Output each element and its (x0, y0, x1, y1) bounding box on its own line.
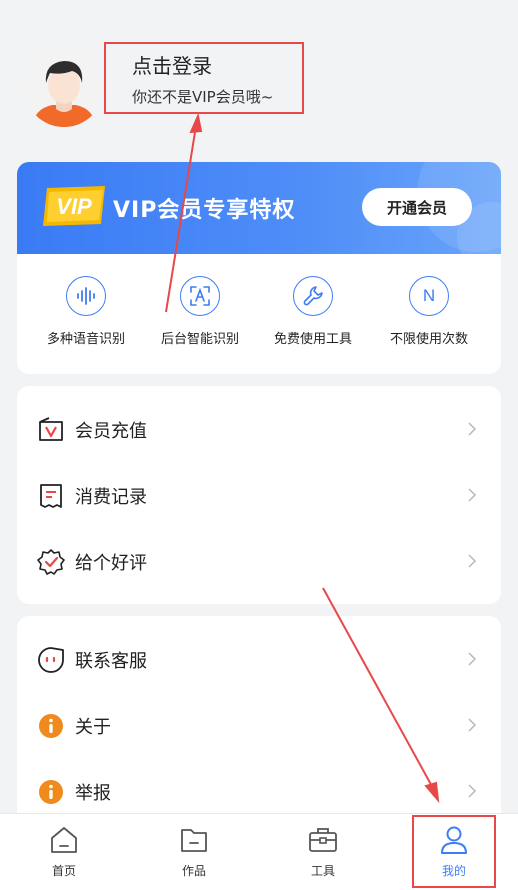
menu-item-report[interactable]: 举报 (17, 758, 501, 814)
home-icon (51, 827, 77, 853)
open-vip-button[interactable]: 开通会员 (362, 188, 472, 226)
login-subtitle: 你还不是VIP会员哦~ (132, 88, 274, 106)
vip-badge-icon: VIP (39, 184, 109, 228)
info-icon (37, 712, 65, 740)
nav-label: 作品 (181, 864, 206, 878)
annotation-highlight-box (412, 815, 496, 888)
vip-badge-text: VIP (56, 194, 92, 219)
menu-item-vip-recharge[interactable]: 会员充值 (17, 396, 501, 462)
vip-banner[interactable]: VIP VIP会员专享特权 开通会员 (17, 162, 501, 272)
nav-label: 工具 (310, 864, 335, 878)
profile-header: 点击登录 你还不是VIP会员哦~ (0, 0, 518, 150)
vip-card: VIP VIP会员专享特权 开通会员 多种语音识别 后台智能识别 免费使用工具 … (17, 162, 501, 374)
vip-title: VIP会员专享特权 (113, 198, 296, 223)
privilege-label: 多种语音识别 (46, 332, 125, 347)
nav-tools[interactable]: 工具 (273, 814, 373, 890)
support-menu: 联系客服 关于 举报 (17, 616, 501, 826)
vip-recharge-icon (37, 416, 65, 444)
unlimited-n-icon: N (409, 276, 449, 316)
menu-label: 消费记录 (75, 487, 147, 508)
menu-label: 给个好评 (75, 553, 147, 574)
privilege-background-recognition[interactable]: 后台智能识别 (145, 276, 255, 356)
account-menu: 会员充值 消费记录 给个好评 (17, 386, 501, 604)
nav-home[interactable]: 首页 (14, 814, 114, 890)
chevron-right-icon (468, 652, 477, 666)
receipt-icon (37, 482, 65, 510)
menu-label: 举报 (75, 783, 111, 804)
avatar-icon (24, 47, 104, 127)
menu-label: 联系客服 (75, 651, 147, 672)
wrench-icon (293, 276, 333, 316)
privilege-label: 后台智能识别 (160, 332, 239, 347)
privilege-free-tools[interactable]: 免费使用工具 (258, 276, 368, 356)
nav-works[interactable]: 作品 (144, 814, 244, 890)
avatar[interactable] (24, 47, 104, 127)
menu-item-about[interactable]: 关于 (17, 692, 501, 758)
chevron-right-icon (468, 718, 477, 732)
menu-item-give-rating[interactable]: 给个好评 (17, 528, 501, 594)
voice-wave-icon (66, 276, 106, 316)
chevron-right-icon (468, 554, 477, 568)
privilege-label: 免费使用工具 (273, 332, 352, 347)
privilege-label: 不限使用次数 (389, 332, 468, 347)
menu-label: 会员充值 (75, 421, 147, 442)
unlimited-n-glyph: N (422, 286, 436, 305)
text-recognition-icon (180, 276, 220, 316)
menu-item-consumption-record[interactable]: 消费记录 (17, 462, 501, 528)
menu-label: 关于 (75, 717, 111, 738)
menu-item-customer-service[interactable]: 联系客服 (17, 626, 501, 692)
privilege-unlimited-use[interactable]: N 不限使用次数 (374, 276, 484, 356)
rating-badge-icon (37, 548, 65, 576)
chevron-right-icon (468, 422, 477, 436)
customer-service-icon (37, 646, 65, 674)
toolbox-icon (309, 828, 337, 852)
vip-privileges: 多种语音识别 后台智能识别 免费使用工具 N 不限使用次数 (17, 254, 501, 374)
login-title[interactable]: 点击登录 (132, 50, 212, 79)
nav-label: 首页 (51, 864, 76, 878)
report-icon (37, 778, 65, 806)
login-prompt[interactable]: 点击登录 你还不是VIP会员哦~ (104, 42, 304, 114)
privilege-voice-recognition[interactable]: 多种语音识别 (31, 276, 141, 356)
chevron-right-icon (468, 488, 477, 502)
folder-icon (181, 829, 207, 852)
chevron-right-icon (468, 784, 477, 798)
